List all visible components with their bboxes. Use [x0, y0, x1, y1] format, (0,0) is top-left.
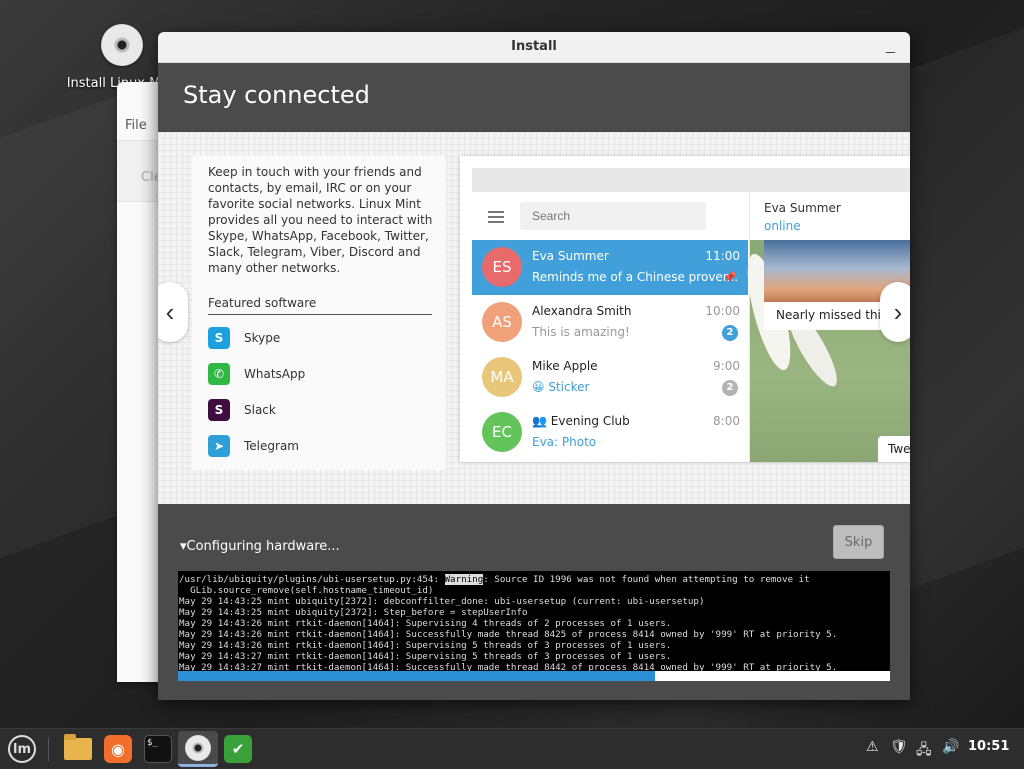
- chat-name: Alexandra Smith: [532, 304, 632, 318]
- info-panel: Keep in touch with your friends and cont…: [192, 156, 446, 470]
- firefox-icon: ◉: [104, 735, 132, 763]
- app-whatsapp: ✆ WhatsApp: [208, 356, 305, 392]
- chat-time: 11:00: [705, 249, 740, 263]
- chat-item: ES Eva Summer 11:00 Reminds me of a Chin…: [472, 240, 748, 295]
- skip-button[interactable]: Skip: [833, 525, 884, 559]
- whatsapp-icon: ✆: [208, 363, 230, 385]
- window-title: Install: [511, 39, 557, 54]
- unread-badge: 2: [722, 325, 738, 341]
- chat-name: Eva Summer: [532, 249, 609, 263]
- terminal-launcher[interactable]: $_: [142, 733, 174, 765]
- slide-header: Stay connected: [158, 63, 910, 133]
- featured-apps: S Skype ✆ WhatsApp S Slack ➤ Telegram: [208, 320, 305, 464]
- app-skype: S Skype: [208, 320, 305, 356]
- installer-window: Install _ Stay connected Keep in touch w…: [158, 32, 910, 700]
- titlebar[interactable]: Install _: [158, 32, 910, 63]
- start-menu-button[interactable]: lm: [4, 731, 40, 767]
- log-warning: Warning: [444, 574, 484, 585]
- group-icon: 👥: [532, 414, 547, 428]
- taskbar: lm ◉ $_ ✔ ⚠ 🛡 🖧 🔊 10:51: [0, 728, 1024, 769]
- contact-name: Eva Summer: [764, 201, 841, 215]
- avatar: EC: [482, 412, 522, 452]
- terminal-icon: $_: [144, 735, 172, 763]
- chat-time: 9:00: [713, 359, 740, 373]
- chat-preview: Eva: Photo: [532, 435, 597, 449]
- chat-preview: 😀 Sticker: [532, 380, 590, 394]
- telegram-titlebar: [472, 168, 910, 192]
- log-line-rest: : Source ID 1996 was not found when atte…: [483, 574, 810, 585]
- next-slide-button[interactable]: ›: [880, 282, 910, 342]
- featured-software-label: Featured software: [208, 296, 317, 310]
- log-line: /usr/lib/ubiquity/plugins/ubi-usersetup.…: [179, 574, 890, 585]
- log-line: GLib.source_remove(self.hostname_timeout…: [179, 585, 434, 596]
- taskbar-separator: [48, 737, 49, 761]
- avatar: ES: [482, 247, 522, 287]
- shield-icon: ✔: [224, 735, 252, 763]
- progress-bar: [178, 671, 890, 681]
- progress-status[interactable]: ▾Configuring hardware...: [180, 539, 340, 554]
- chat-item: AS Alexandra Smith 10:00 This is amazing…: [472, 295, 748, 350]
- chat-time: 8:00: [713, 414, 740, 428]
- app-telegram: ➤ Telegram: [208, 428, 305, 464]
- pin-icon: 📌: [723, 271, 737, 284]
- menu-file[interactable]: File: [125, 118, 147, 133]
- unread-badge: 2: [722, 380, 738, 396]
- progress-section: ▾Configuring hardware... Skip /usr/lib/u…: [158, 505, 910, 700]
- chat-item: MA Mike Apple 9:00 😀 Sticker 2: [472, 350, 748, 405]
- app-name: Slack: [244, 403, 276, 417]
- update-manager-launcher[interactable]: ✔: [222, 733, 254, 765]
- divider: [208, 314, 432, 315]
- minimize-button[interactable]: _: [880, 34, 900, 58]
- log-line-prefix: /usr/lib/ubiquity/plugins/ubi-usersetup.…: [179, 574, 445, 585]
- chat-time: 10:00: [705, 304, 740, 318]
- log-line: May 29 14:43:26 mint rtkit-daemon[1464]:…: [179, 629, 838, 640]
- app-slack: S Slack: [208, 392, 305, 428]
- disc-icon: [185, 734, 211, 761]
- app-name: Skype: [244, 331, 281, 345]
- network-icon[interactable]: 🖧: [916, 739, 932, 763]
- app-name: Telegram: [244, 439, 299, 453]
- slideshow: Keep in touch with your friends and cont…: [158, 132, 910, 504]
- shield-tray-icon[interactable]: 🛡: [890, 739, 908, 755]
- log-line: May 29 14:43:26 mint rtkit-daemon[1464]:…: [179, 618, 672, 629]
- log-line: May 29 14:43:27 mint rtkit-daemon[1464]:…: [179, 651, 672, 662]
- avatar: MA: [482, 357, 522, 397]
- log-line: May 29 14:43:25 mint ubiquity[2372]: deb…: [179, 596, 705, 607]
- log-line: May 29 14:43:25 mint ubiquity[2372]: Ste…: [179, 607, 528, 618]
- avatar: AS: [482, 302, 522, 342]
- app-name: WhatsApp: [244, 367, 306, 381]
- disc-icon: [101, 24, 143, 66]
- chat-item: EC 👥 Evening Club 8:00 Eva: Photo: [472, 405, 748, 460]
- chat-preview: Reminds me of a Chinese prover...: [532, 270, 739, 284]
- hamburger-menu-icon: [488, 211, 504, 223]
- chat-name: 👥 Evening Club: [532, 414, 630, 428]
- slide-title: Stay connected: [183, 81, 370, 109]
- mint-logo-icon: lm: [8, 735, 36, 763]
- clock[interactable]: 10:51: [968, 739, 1009, 754]
- firefox-launcher[interactable]: ◉: [102, 733, 134, 765]
- slide-description: Keep in touch with your friends and cont…: [208, 165, 433, 275]
- progress-bar-fill: [178, 671, 656, 681]
- slack-icon: S: [208, 399, 230, 421]
- volume-icon[interactable]: 🔊: [942, 739, 959, 755]
- log-line: May 29 14:43:26 mint rtkit-daemon[1464]:…: [179, 640, 672, 651]
- install-log[interactable]: /usr/lib/ubiquity/plugins/ubi-usersetup.…: [178, 571, 890, 673]
- progress-status-text: Configuring hardware...: [186, 539, 340, 554]
- contact-status: online: [764, 219, 801, 233]
- telegram-screenshot: ES Eva Summer 11:00 Reminds me of a Chin…: [460, 156, 910, 462]
- chat-preview: This is amazing!: [532, 325, 630, 339]
- message-bubble: Twe: [878, 436, 910, 462]
- folder-icon: [64, 734, 92, 760]
- skype-icon: S: [208, 327, 230, 349]
- installer-taskbar-item[interactable]: [178, 731, 218, 767]
- telegram-icon: ➤: [208, 435, 230, 457]
- chat-list: ES Eva Summer 11:00 Reminds me of a Chin…: [472, 192, 748, 462]
- telegram-search-input: [520, 202, 706, 230]
- files-launcher[interactable]: [62, 733, 94, 765]
- previous-slide-button[interactable]: ‹: [158, 282, 188, 342]
- chat-name: Mike Apple: [532, 359, 598, 373]
- group-name: Evening Club: [550, 414, 630, 428]
- notification-icon[interactable]: ⚠: [866, 739, 879, 755]
